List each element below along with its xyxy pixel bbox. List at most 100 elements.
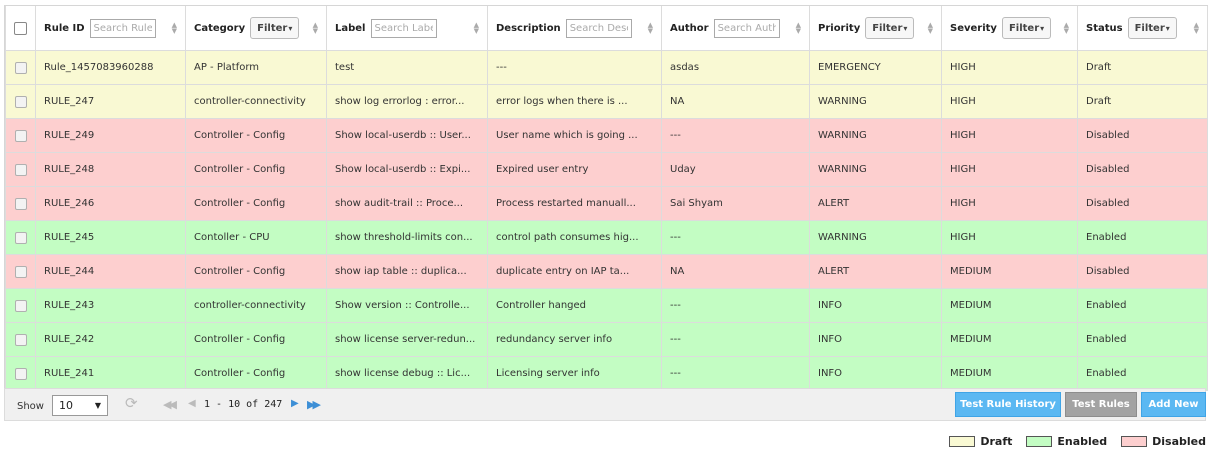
cell-severity: HIGH <box>941 186 1078 221</box>
label-search-input[interactable] <box>370 18 437 38</box>
select-all-checkbox[interactable] <box>14 21 27 35</box>
pager-bar: Show 10 ▼ ⟳ ◀◀ ◀ 1 - 10 of 247 ▶ ▶▶ Test… <box>4 388 1206 421</box>
status-filter-label: Filter <box>1134 22 1165 34</box>
last-page-icon[interactable]: ▶▶ <box>307 398 321 411</box>
table-row[interactable]: RULE_241 Controller - Config show license … <box>5 356 1208 391</box>
col-rule-id-label: Rule ID <box>44 22 85 34</box>
row-checkbox[interactable] <box>14 333 27 346</box>
test-rules-button[interactable]: Test Rules <box>1065 392 1137 417</box>
cell-author: --- <box>661 288 810 323</box>
prev-page-icon[interactable]: ◀ <box>188 398 196 409</box>
cell-description: Licensing server info <box>487 356 662 391</box>
cell-severity: HIGH <box>941 220 1078 255</box>
row-checkbox[interactable] <box>14 61 27 74</box>
sort-icon[interactable]: ▲ ▼ <box>470 22 479 35</box>
cell-author: NA <box>661 254 810 289</box>
sort-icon[interactable]: ▲ ▼ <box>924 22 933 35</box>
priority-filter-label: Filter <box>872 22 903 34</box>
caret-down-icon: ▾ <box>1165 23 1170 33</box>
priority-filter-button[interactable]: Filter ▾ <box>865 17 915 39</box>
row-checkbox[interactable] <box>14 197 27 210</box>
table-row[interactable]: RULE_242 Controller - Config show license … <box>5 322 1208 357</box>
sort-icon[interactable]: ▲ ▼ <box>1060 22 1069 35</box>
cell-description: redundancy server info <box>487 322 662 357</box>
cell-category: controller-connectivity <box>185 288 327 323</box>
row-checkbox[interactable] <box>14 367 27 380</box>
cell-author: asdas <box>661 50 810 85</box>
row-checkbox[interactable] <box>14 299 27 312</box>
row-select-cell <box>5 322 36 357</box>
table-row[interactable]: RULE_246 Controller - Config show audit-tr… <box>5 186 1208 221</box>
col-priority[interactable]: Priority Filter ▾ ▲ ▼ <box>809 6 942 51</box>
sort-icon[interactable]: ▲ ▼ <box>644 22 653 35</box>
severity-filter-button[interactable]: Filter ▾ <box>1001 17 1052 39</box>
severity-filter-label: Filter <box>1008 22 1040 34</box>
col-author[interactable]: Author ▲▼ <box>661 6 810 51</box>
col-category[interactable]: Category Filter ▾ ▲ ▼ <box>185 6 327 51</box>
row-select-cell <box>5 186 36 221</box>
col-description[interactable]: Description ▲▼ <box>487 6 662 51</box>
cell-author: --- <box>661 322 810 357</box>
table-row[interactable]: Rule_1457083960288 AP - Platform test --- as… <box>5 50 1208 85</box>
test-rule-history-button[interactable]: Test Rule History <box>955 392 1061 417</box>
col-rule-id[interactable]: Rule ID ▲▼ <box>35 6 186 51</box>
table-row[interactable]: RULE_244 Controller - Config show iap tabl… <box>5 254 1208 289</box>
cell-description: Controller hanged <box>487 288 662 323</box>
table-row[interactable]: RULE_245 Contoller - CPU show threshold-li… <box>5 220 1208 255</box>
cell-category: controller-connectivity <box>185 84 327 119</box>
sort-icon[interactable]: ▲ ▼ <box>1190 22 1199 35</box>
next-page-icon[interactable]: ▶ <box>291 398 299 409</box>
cell-description: Process restarted manuall... <box>487 186 662 221</box>
author-search-input[interactable] <box>713 18 780 38</box>
rules-grid: Rule ID▲▼ CategoryFilter▾▲▼ Label▲▼ Desc… <box>4 5 1208 391</box>
col-description-label: Description <box>496 22 561 34</box>
cell-label: show audit-trail :: Proce... <box>326 186 488 221</box>
cell-status: Enabled <box>1077 322 1208 357</box>
row-checkbox[interactable] <box>14 265 27 278</box>
page-size-value: 10 <box>59 399 73 412</box>
sort-icon[interactable]: ▲ ▼ <box>792 22 801 35</box>
header-row: Rule ID▲▼ CategoryFilter▾▲▼ Label▲▼ Desc… <box>5 6 1208 51</box>
cell-priority: WARNING <box>809 152 942 187</box>
first-page-icon[interactable]: ◀◀ <box>163 398 177 411</box>
table-row[interactable]: RULE_247 controller-connectivity show log … <box>5 84 1208 119</box>
status-legend: Draft Enabled Disabled <box>935 435 1206 448</box>
cell-status: Disabled <box>1077 254 1208 289</box>
cell-rule-id: RULE_247 <box>35 84 186 119</box>
cell-priority: ALERT <box>809 254 942 289</box>
row-checkbox[interactable] <box>14 163 27 176</box>
cell-status: Enabled <box>1077 220 1208 255</box>
table-row[interactable]: RULE_243 controller-connectivity Show vers… <box>5 288 1208 323</box>
table-row[interactable]: RULE_248 Controller - Config Show local-us… <box>5 152 1208 187</box>
legend-draft: Draft <box>949 435 1012 448</box>
status-filter-button[interactable]: Filter ▾ <box>1127 17 1177 39</box>
col-status[interactable]: Status Filter ▾ ▲ ▼ <box>1077 6 1208 51</box>
cell-rule-id: RULE_243 <box>35 288 186 323</box>
row-checkbox[interactable] <box>14 129 27 142</box>
description-search-input[interactable] <box>565 18 632 38</box>
refresh-icon[interactable]: ⟳ <box>125 394 138 412</box>
cell-label: show license server-redun... <box>326 322 488 357</box>
col-severity[interactable]: Severity Filter ▾ ▲ ▼ <box>941 6 1078 51</box>
add-new-button[interactable]: Add New <box>1141 392 1206 417</box>
legend-draft-label: Draft <box>980 435 1013 448</box>
col-label[interactable]: Label ▲▼ <box>326 6 488 51</box>
row-checkbox[interactable] <box>14 231 27 244</box>
cell-severity: MEDIUM <box>941 322 1078 357</box>
category-filter-button[interactable]: Filter ▾ <box>250 17 300 39</box>
sort-icon[interactable]: ▲ ▼ <box>168 22 177 35</box>
legend-disabled: Disabled <box>1121 435 1206 448</box>
table-row[interactable]: RULE_249 Controller - Config Show local-us… <box>5 118 1208 153</box>
rule-id-search-input[interactable] <box>89 18 156 38</box>
page-size-select[interactable]: 10 ▼ <box>52 395 108 416</box>
cell-category: Contoller - CPU <box>185 220 327 255</box>
cell-label: show log errorlog : error... <box>326 84 488 119</box>
row-checkbox[interactable] <box>14 95 27 108</box>
cell-severity: HIGH <box>941 152 1078 187</box>
select-all-cell <box>5 6 36 51</box>
cell-category: Controller - Config <box>185 186 327 221</box>
caret-down-icon: ▾ <box>288 23 293 33</box>
sort-icon[interactable]: ▲ ▼ <box>309 22 318 35</box>
cell-label: show iap table :: duplica... <box>326 254 488 289</box>
col-severity-label: Severity <box>950 22 997 34</box>
